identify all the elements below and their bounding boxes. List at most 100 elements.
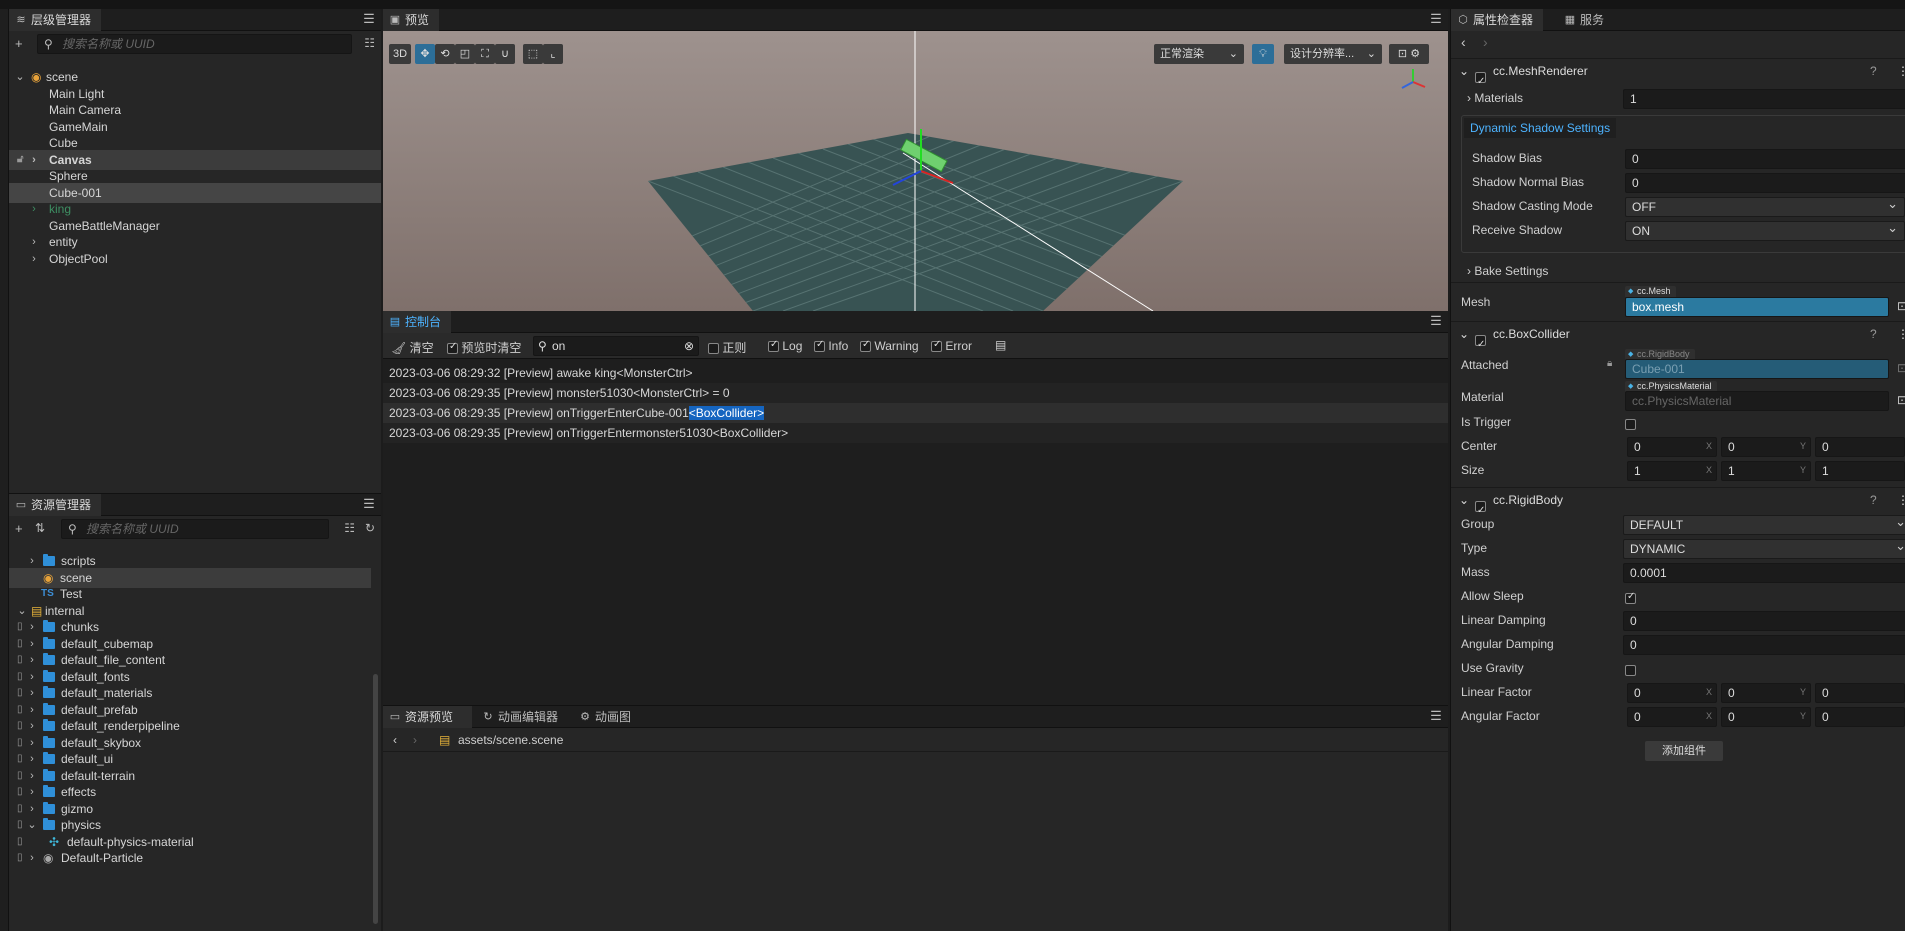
hierarchy-menu-icon[interactable]: ☰ bbox=[363, 12, 375, 25]
type-select[interactable]: DYNAMIC bbox=[1623, 537, 1905, 559]
assets-menu-icon[interactable]: ☰ bbox=[363, 497, 375, 510]
mesh-renderer-enabled[interactable] bbox=[1475, 70, 1486, 94]
forward-icon[interactable]: › bbox=[1483, 34, 1488, 50]
list-view-icon[interactable]: ☷ bbox=[344, 521, 355, 535]
back-icon[interactable]: ‹ bbox=[393, 728, 397, 752]
light-toggle-icon[interactable]: 💡︎ bbox=[1252, 44, 1274, 64]
shadow-bias-input[interactable]: 0 bbox=[1625, 149, 1905, 169]
console-filter-input[interactable]: ⚲ on ⊗ bbox=[533, 336, 699, 356]
console-line[interactable]: 2023-03-06 08:29:32 [Preview] awake king… bbox=[383, 363, 1448, 383]
scene-viewport[interactable] bbox=[383, 31, 1448, 311]
is-trigger-checkbox[interactable] bbox=[1625, 419, 1636, 430]
help-icon[interactable]: ? bbox=[1870, 59, 1877, 83]
collapse-all-icon[interactable]: ☷ bbox=[364, 36, 375, 50]
scene-menu-icon[interactable]: ☰ bbox=[1430, 12, 1442, 25]
tab-asset-preview[interactable]: ▭ 资源预览 bbox=[383, 706, 472, 728]
pivot-button[interactable]: ⬚ bbox=[523, 44, 543, 64]
use-gravity-checkbox[interactable] bbox=[1625, 665, 1636, 676]
toggle-3d-button[interactable]: 3D bbox=[389, 44, 411, 64]
linear-factor-z-input[interactable]: 0 bbox=[1815, 683, 1905, 703]
more-icon[interactable]: ⋮ bbox=[1897, 488, 1905, 512]
dynamic-shadow-tab[interactable]: Dynamic Shadow Settings bbox=[1464, 118, 1617, 138]
tab-hierarchy[interactable]: ≋ 层级管理器 bbox=[9, 9, 102, 31]
help-icon[interactable]: ? bbox=[1870, 322, 1877, 346]
move-tool-button[interactable]: ✥ bbox=[415, 44, 435, 64]
asset-item[interactable]: ▯ › ◉ Default-Particle bbox=[9, 848, 381, 868]
clear-on-preview-checkbox[interactable] bbox=[447, 341, 458, 354]
regex-checkbox[interactable] bbox=[708, 343, 719, 354]
box-collider-enabled[interactable] bbox=[1475, 333, 1486, 357]
more-icon[interactable]: ⋮ bbox=[1897, 59, 1905, 83]
clear-button[interactable]: 🧹︎ 清空 bbox=[391, 339, 434, 356]
mesh-renderer-header[interactable]: ⌄ cc.MeshRenderer ? ⋮ bbox=[1451, 58, 1905, 94]
angular-factor-x-input[interactable]: 0 bbox=[1627, 707, 1717, 727]
add-component-button[interactable]: 添加组件 bbox=[1645, 741, 1723, 761]
scale-tool-button[interactable]: ◰ bbox=[455, 44, 475, 64]
info-checkbox[interactable] bbox=[814, 339, 825, 352]
error-checkbox[interactable] bbox=[931, 339, 942, 352]
help-icon[interactable]: ? bbox=[1870, 488, 1877, 512]
rigid-body-enabled[interactable] bbox=[1475, 499, 1486, 523]
back-icon[interactable]: ‹ bbox=[1461, 34, 1466, 50]
clear-filter-icon[interactable]: ⊗ bbox=[684, 337, 694, 355]
console-line[interactable]: 2023-03-06 08:29:35 [Preview] onTriggerE… bbox=[383, 403, 1448, 423]
resolution-select[interactable]: 设计分辨率... ⌄ bbox=[1284, 44, 1382, 64]
hierarchy-search-input[interactable]: ⚲ 搜索名称或 UUID bbox=[37, 34, 352, 54]
linear-damping-input[interactable]: 0 bbox=[1623, 611, 1905, 631]
tab-preview[interactable]: ▣ 预览 bbox=[383, 9, 440, 31]
allow-sleep-checkbox[interactable] bbox=[1625, 591, 1636, 604]
angular-factor-y-input[interactable]: 0 bbox=[1721, 707, 1811, 727]
size-z-input[interactable]: 1 bbox=[1815, 461, 1905, 481]
console-line[interactable]: 2023-03-06 08:29:35 [Preview] onTriggerE… bbox=[383, 423, 1448, 443]
render-mode-select[interactable]: 正常渲染 ⌄ bbox=[1154, 44, 1244, 64]
rect-tool-button[interactable]: ⛶ bbox=[475, 44, 495, 64]
center-x-input[interactable]: 0 bbox=[1627, 437, 1717, 457]
rotate-tool-button[interactable]: ⟲ bbox=[435, 44, 455, 64]
shadow-normal-bias-input[interactable]: 0 bbox=[1625, 173, 1905, 193]
tab-services[interactable]: ▦ 服务 bbox=[1558, 9, 1614, 31]
log-checkbox[interactable] bbox=[768, 339, 779, 352]
mass-input[interactable]: 0.0001 bbox=[1623, 563, 1905, 583]
tree-node[interactable]: › ObjectPool bbox=[9, 249, 381, 269]
tab-inspector[interactable]: ⬡ 属性检查器 bbox=[1451, 9, 1544, 31]
size-y-input[interactable]: 1 bbox=[1721, 461, 1811, 481]
console-menu-icon[interactable]: ☰ bbox=[1430, 314, 1442, 327]
console-line[interactable]: 2023-03-06 08:29:35 [Preview] monster510… bbox=[383, 383, 1448, 403]
refresh-icon[interactable]: ↻ bbox=[365, 521, 375, 535]
linear-factor-y-input[interactable]: 0 bbox=[1721, 683, 1811, 703]
group-select[interactable]: DEFAULT bbox=[1623, 513, 1905, 535]
sort-icon[interactable]: ⇅ bbox=[35, 521, 45, 535]
mesh-asset-field[interactable]: box.mesh bbox=[1625, 297, 1889, 317]
center-z-input[interactable]: 0 bbox=[1815, 437, 1905, 457]
linear-factor-x-input[interactable]: 0 bbox=[1627, 683, 1717, 703]
tab-animation-graph[interactable]: ⚙ 动画图 bbox=[573, 706, 641, 728]
assets-scrollbar[interactable] bbox=[373, 674, 378, 924]
forward-icon[interactable]: › bbox=[413, 728, 417, 752]
receive-shadow-select[interactable]: ON bbox=[1625, 219, 1905, 241]
warning-checkbox[interactable] bbox=[860, 339, 871, 352]
camera-icon[interactable]: ⊡ ⚙ bbox=[1389, 44, 1429, 64]
shadow-casting-select[interactable]: OFF bbox=[1625, 195, 1905, 217]
bake-settings-toggle[interactable]: › Bake Settings bbox=[1467, 261, 1548, 281]
orientation-gizmo[interactable] bbox=[1398, 65, 1428, 95]
materials-count[interactable]: 1 bbox=[1623, 89, 1905, 109]
material-picker-icon[interactable]: ⊡ bbox=[1897, 393, 1905, 407]
angular-factor-z-input[interactable]: 0 bbox=[1815, 707, 1905, 727]
material-field[interactable]: cc.PhysicsMaterial bbox=[1625, 391, 1889, 411]
rigid-body-header[interactable]: ⌄ cc.RigidBody ? ⋮ bbox=[1451, 487, 1905, 523]
snap-tool-button[interactable]: ∪ bbox=[495, 44, 515, 64]
size-x-input[interactable]: 1 bbox=[1627, 461, 1717, 481]
more-icon[interactable]: ⋮ bbox=[1897, 322, 1905, 346]
tab-console[interactable]: ▤ 控制台 bbox=[383, 311, 452, 333]
center-y-input[interactable]: 0 bbox=[1721, 437, 1811, 457]
tab-animation-editor[interactable]: ↻ 动画编辑器 bbox=[476, 706, 568, 728]
materials-label[interactable]: › Materials bbox=[1467, 88, 1523, 108]
angular-damping-input[interactable]: 0 bbox=[1623, 635, 1905, 655]
open-log-file-icon[interactable]: ▤ bbox=[995, 338, 1006, 352]
mesh-picker-icon[interactable]: ⊡ bbox=[1897, 299, 1905, 313]
add-asset-icon[interactable]: + bbox=[15, 521, 23, 536]
assets-search-input[interactable]: ⚲ 搜索名称或 UUID bbox=[61, 519, 329, 539]
tab-assets[interactable]: ▭ 资源管理器 bbox=[9, 494, 102, 516]
box-collider-header[interactable]: ⌄ cc.BoxCollider ? ⋮ bbox=[1451, 321, 1905, 357]
add-node-icon[interactable]: + bbox=[15, 36, 23, 51]
